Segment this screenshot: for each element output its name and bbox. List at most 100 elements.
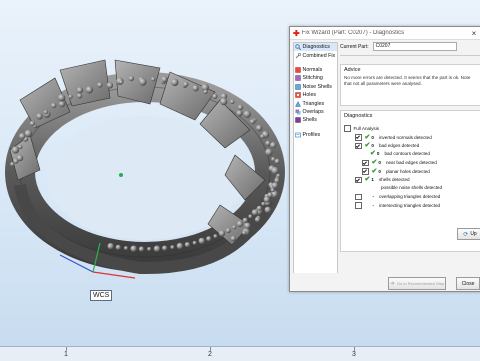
ring-bead [203, 89, 208, 95]
current-part-field[interactable]: C0207 [372, 42, 457, 51]
ring-bead [256, 124, 263, 132]
ring-bead [192, 240, 197, 245]
row-checkbox[interactable] [355, 202, 362, 209]
nav-item-label: Overlaps [302, 108, 324, 115]
nav-item-holes[interactable]: Holes [294, 91, 337, 99]
row-label: bad edges detected [378, 143, 420, 149]
row-checkbox[interactable] [355, 142, 362, 149]
ring-bead [161, 76, 168, 83]
ring-bead [115, 244, 121, 250]
ruler-number: 3 [352, 351, 356, 358]
ring-bead [151, 77, 156, 82]
ring-bead [58, 100, 66, 108]
ring-bead [206, 236, 212, 242]
nav-item-label: Shells [302, 117, 317, 124]
ring-bead [147, 247, 152, 251]
nav-item-stitching[interactable]: Stitching [294, 74, 337, 82]
update-button[interactable]: ⟳ Up [457, 228, 480, 240]
ok-check-icon: ✔ [370, 150, 376, 157]
dialog-titlebar[interactable]: ✚ Fix Wizard (Part: C0207) - Diagnostics… [290, 27, 480, 40]
diag-row-noise-shells: possible noise shells detected [381, 185, 442, 190]
row-count: 0 [378, 168, 381, 174]
update-label: Up [470, 231, 477, 237]
ring-bead [76, 87, 84, 94]
overlaps-icon [295, 109, 301, 115]
nav-item-overlaps[interactable]: Overlaps [294, 108, 337, 116]
nav-item-diagnostics[interactable]: Diagnostics [294, 43, 337, 52]
advice-title: Advice [344, 67, 361, 73]
row-count: - [372, 202, 375, 208]
ring-bead [237, 104, 244, 111]
row-count: 0 [378, 160, 381, 166]
full-analysis-label: Full Analysis [353, 125, 380, 131]
app-cross-icon: ✚ [293, 28, 300, 38]
row-checkbox[interactable] [362, 159, 369, 166]
nav-item-shells[interactable]: Shells [294, 116, 337, 124]
ring-bead [43, 110, 48, 115]
ring-bead [19, 133, 26, 140]
diag-row-overlapping-triangles: - overlapping triangles detected [355, 193, 440, 200]
ring-bead [261, 201, 266, 206]
ring-bead [124, 246, 128, 251]
row-count: 0 [371, 134, 374, 140]
row-label: possible noise shells detected [381, 185, 443, 190]
ring-bead [251, 209, 259, 216]
row-count: 0 [371, 143, 374, 149]
row-checkbox[interactable] [355, 176, 362, 183]
ring-bead [198, 237, 205, 245]
advice-text: No more errors are detected. It seems th… [344, 75, 471, 86]
dialog-button-bar: ➜ Go to Recommended Step Close [290, 273, 480, 291]
nav-item-label: Triangles [302, 100, 325, 107]
go-recommended-step-button[interactable]: ➜ Go to Recommended Step [388, 277, 446, 290]
ring-bead [212, 93, 218, 100]
full-analysis-option[interactable]: Full Analysis [344, 125, 379, 132]
nav-item-label: Noise Shells [302, 83, 332, 90]
row-count: 0 [376, 151, 380, 156]
magnifier-icon [295, 44, 302, 51]
full-analysis-checkbox[interactable] [344, 125, 351, 132]
ok-check-icon: ✔ [371, 167, 378, 175]
ring-bead [249, 118, 256, 125]
ruler: 1 2 3 [0, 346, 480, 361]
close-button[interactable]: Close [456, 277, 480, 290]
ring-bead [36, 113, 43, 120]
nav-item-label: Stitching [302, 75, 323, 82]
ring-bead [270, 141, 277, 149]
ok-check-icon: ✔ [371, 159, 378, 167]
ruler-number: 2 [208, 351, 212, 358]
nav-item-combined-fix[interactable]: Combined Fix [294, 51, 337, 59]
row-count: 1 [371, 177, 374, 183]
diag-row-near-bad-edges: ✔ 0 near bad edges detected [362, 159, 437, 167]
ring-bead [176, 242, 184, 250]
ring-bead [218, 230, 226, 237]
dialog-title: Fix Wizard (Part: C0207) - Diagnostics [301, 30, 405, 36]
nav-item-label: Holes [302, 92, 317, 99]
fix-wizard-dialog: ✚ Fix Wizard (Part: C0207) - Diagnostics… [289, 26, 480, 292]
ring-bead [138, 246, 145, 252]
ring-bead [232, 225, 237, 230]
diagnostics-title: Diagnostics [344, 113, 373, 119]
diag-row-inverted-normals: ✔ 0 inverted normals detected [355, 134, 432, 141]
ring-bead [260, 134, 265, 139]
ring-bead [271, 182, 279, 189]
ok-check-icon: ✔ [364, 142, 371, 150]
row-checkbox[interactable] [355, 193, 362, 200]
close-icon[interactable]: × [467, 29, 480, 38]
row-checkbox[interactable] [355, 134, 362, 141]
nav-item-triangles[interactable]: Triangles [294, 99, 337, 107]
nav-item-normals[interactable]: Normals [294, 66, 337, 74]
ring-bead [68, 94, 73, 99]
ring-bead [236, 110, 243, 117]
ring-bead [192, 85, 199, 92]
wizard-nav: Diagnostics Combined Fix Normals Stitchi… [293, 42, 338, 287]
ruler-number: 1 [64, 351, 68, 358]
go-recommended-label: Go to Recommended Step [396, 281, 445, 286]
nav-item-noise-shells[interactable]: Noise Shells [294, 83, 337, 91]
nav-item-label: Profiles [302, 131, 321, 138]
nav-item-profiles[interactable]: Profiles [294, 131, 337, 139]
ring-bead [128, 75, 134, 82]
diag-row-bad-edges: ✔ 0 bad edges detected [355, 142, 420, 150]
row-checkbox[interactable] [362, 168, 369, 175]
ring-bead [254, 216, 261, 223]
ring-bead [264, 206, 271, 213]
